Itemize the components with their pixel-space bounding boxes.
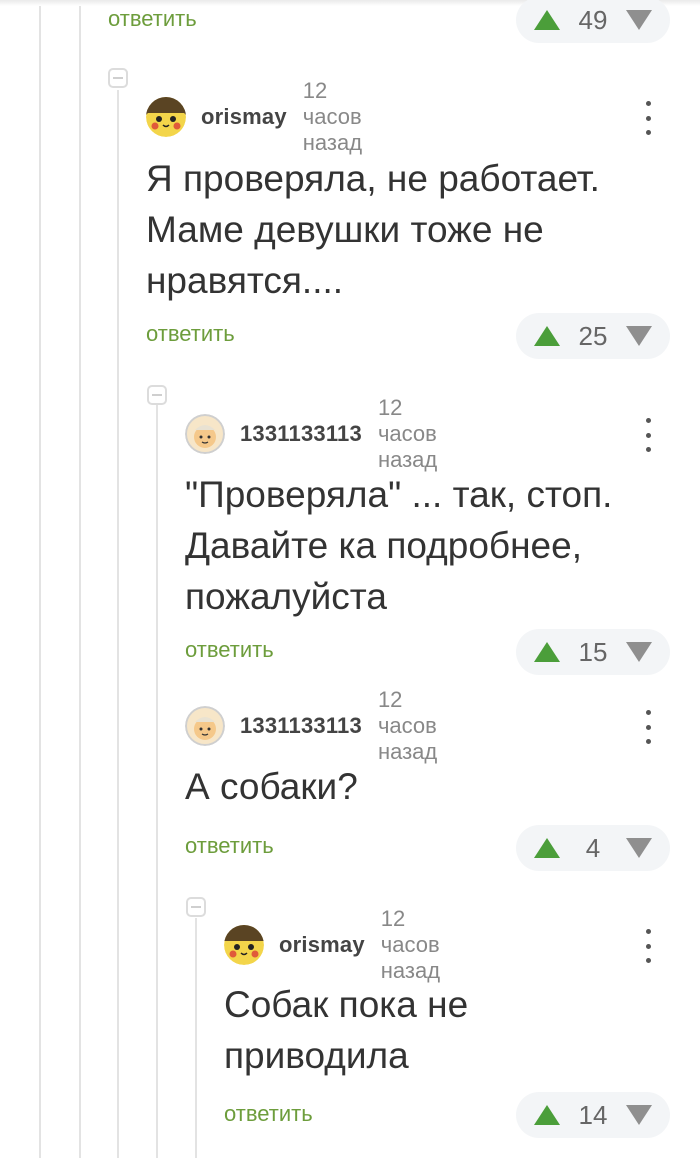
downvote-icon[interactable]	[626, 838, 652, 858]
reply-link[interactable]: ответить	[185, 637, 274, 663]
thread-line-2	[79, 0, 81, 1158]
vote-score: 14	[578, 1100, 608, 1130]
downvote-icon[interactable]	[626, 1105, 652, 1125]
downvote-icon[interactable]	[626, 10, 652, 30]
reply-link[interactable]: ответить	[146, 321, 235, 347]
vote-score: 4	[585, 833, 601, 863]
more-options-icon[interactable]	[644, 710, 652, 744]
upvote-icon[interactable]	[534, 326, 560, 346]
comment-text: Я проверяла, не работает. Маме девушки т…	[146, 158, 600, 301]
upvote-icon[interactable]	[534, 1105, 560, 1125]
comment-time: 12 часов назад	[380, 906, 441, 983]
more-options-icon[interactable]	[644, 418, 652, 452]
comment-time: 12 часов назад	[302, 78, 363, 155]
collapse-toggle-1[interactable]	[108, 68, 128, 88]
thread-line-3	[117, 90, 119, 1158]
comment-meta: orismay 12 часов назад	[224, 906, 440, 983]
vote-widget: 14	[516, 1092, 670, 1138]
comment-author[interactable]: orismay	[201, 104, 287, 130]
vote-score: 15	[578, 637, 608, 667]
comment-meta: 1331133113 12 часов назад	[185, 395, 437, 472]
collapse-toggle-3[interactable]	[186, 897, 206, 917]
comment-meta: orismay 12 часов назад	[146, 78, 362, 155]
comment-time: 12 часов назад	[377, 395, 438, 472]
thread-line-1	[39, 0, 41, 1158]
comment-author[interactable]: 1331133113	[240, 713, 362, 739]
baby-avatar-icon[interactable]	[185, 414, 225, 454]
comment-author[interactable]: 1331133113	[240, 421, 362, 447]
more-options-icon[interactable]	[644, 929, 652, 963]
comment-text: А собаки?	[185, 766, 358, 807]
upvote-icon[interactable]	[534, 10, 560, 30]
more-options-icon[interactable]	[644, 101, 652, 135]
downvote-icon[interactable]	[626, 326, 652, 346]
comment-author[interactable]: orismay	[279, 932, 365, 958]
pikachu-avatar-icon[interactable]	[224, 925, 264, 965]
vote-widget: 25	[516, 313, 670, 359]
upvote-icon[interactable]	[534, 838, 560, 858]
reply-link[interactable]: ответить	[185, 833, 274, 859]
reply-link-top[interactable]: ответить	[108, 6, 197, 32]
comment-meta: 1331133113 12 часов назад	[185, 687, 437, 764]
comment-text: Собак пока не приводила	[224, 984, 469, 1076]
collapse-toggle-2[interactable]	[147, 385, 167, 405]
reply-link[interactable]: ответить	[224, 1101, 313, 1127]
upvote-icon[interactable]	[534, 642, 560, 662]
thread-line-5	[195, 918, 197, 1158]
comment-time: 12 часов назад	[377, 687, 438, 764]
vote-widget-top: 49	[516, 0, 670, 43]
comment-text: "Проверяла" ... так, стоп. Давайте ка по…	[185, 474, 613, 617]
downvote-icon[interactable]	[626, 642, 652, 662]
pikachu-avatar-icon[interactable]	[146, 97, 186, 137]
baby-avatar-icon[interactable]	[185, 706, 225, 746]
thread-line-4	[156, 405, 158, 1158]
vote-score: 49	[578, 5, 608, 35]
vote-score: 25	[578, 321, 608, 351]
vote-widget: 4	[516, 825, 670, 871]
vote-widget: 15	[516, 629, 670, 675]
